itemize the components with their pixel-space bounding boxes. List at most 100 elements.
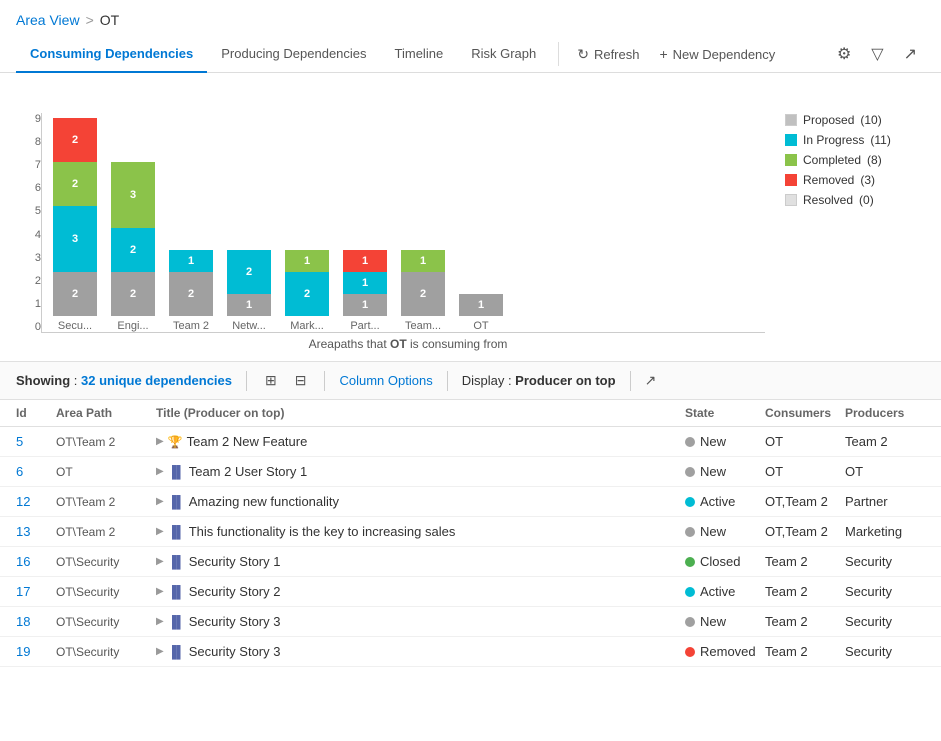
cell-consumers: OT (765, 464, 845, 479)
legend-count-proposed: (10) (860, 113, 881, 127)
th-state: State (685, 406, 765, 420)
bar-label-network: Netw... (224, 320, 274, 332)
cell-id[interactable]: 12 (16, 494, 56, 509)
settings-icon[interactable]: ⚙ (829, 38, 859, 70)
legend-label-proposed: Proposed (803, 113, 854, 127)
legend-color-removed (785, 174, 797, 186)
column-options-link[interactable]: Column Options (339, 373, 432, 388)
th-id: Id (16, 406, 56, 420)
cell-id[interactable]: 17 (16, 584, 56, 599)
cell-producers: Security (845, 644, 925, 659)
bar-label-security: Secu... (50, 320, 100, 332)
breadcrumb-sep: > (86, 12, 94, 28)
legend-label-resolved: Resolved (803, 193, 853, 207)
bar-group-network[interactable]: 1 2 Netw... (224, 250, 274, 332)
expand-table-icon[interactable]: ↗ (645, 372, 657, 389)
legend-item-removed: Removed (3) (785, 173, 925, 187)
cell-id[interactable]: 16 (16, 554, 56, 569)
story-icon: ▐▌ (168, 465, 185, 479)
cell-area-path: OT\Security (56, 615, 156, 629)
filter-icon[interactable]: ▽ (863, 38, 891, 70)
expand-icon[interactable]: ↗ (896, 38, 925, 70)
expand-arrow[interactable]: ▶ (156, 646, 164, 657)
legend-label-completed: Completed (803, 153, 861, 167)
tab-consuming-dependencies[interactable]: Consuming Dependencies (16, 36, 207, 73)
bar-group-ot[interactable]: 1 OT (456, 294, 506, 332)
bar-label-team2: Team 2 (166, 320, 216, 332)
cell-id[interactable]: 18 (16, 614, 56, 629)
cell-title: ▶ 🏆 Team 2 New Feature (156, 434, 685, 449)
cell-id[interactable]: 5 (16, 434, 56, 449)
cell-area-path: OT\Team 2 (56, 525, 156, 539)
display-label: Display : Producer on top (462, 373, 616, 388)
cell-id[interactable]: 6 (16, 464, 56, 479)
group-icon[interactable]: ⊞ (261, 370, 281, 391)
cell-state: Active (685, 494, 765, 509)
tab-producing-dependencies[interactable]: Producing Dependencies (207, 36, 380, 73)
expand-arrow[interactable]: ▶ (156, 496, 164, 507)
legend-count-removed: (3) (860, 173, 875, 187)
cell-state: New (685, 434, 765, 449)
expand-arrow[interactable]: ▶ (156, 436, 164, 447)
cell-producers: Marketing (845, 524, 925, 539)
bar-seg-inprogress: 2 (285, 272, 329, 316)
expand-arrow[interactable]: ▶ (156, 466, 164, 477)
expand-arrow[interactable]: ▶ (156, 586, 164, 597)
cell-title: ▶ ▐▌ Team 2 User Story 1 (156, 464, 685, 479)
state-label: Active (700, 494, 735, 509)
refresh-button[interactable]: ↻ Refresh (567, 40, 649, 69)
display-value: Producer on top (515, 373, 615, 388)
cell-area-path: OT\Security (56, 555, 156, 569)
table-row: 6 OT ▶ ▐▌ Team 2 User Story 1 New OT OT (0, 457, 941, 487)
bar-seg-proposed: 2 (53, 272, 97, 316)
sep-v1 (246, 371, 247, 391)
y-label-6: 6 (16, 182, 41, 194)
cell-state: New (685, 614, 765, 629)
legend-color-resolved (785, 194, 797, 206)
cell-title: ▶ ▐▌ Security Story 3 (156, 614, 685, 629)
title-text: Security Story 2 (189, 584, 281, 599)
bar-group-teamx[interactable]: 2 1 Team... (398, 250, 448, 332)
story-icon: ▐▌ (168, 615, 185, 629)
tab-risk-graph[interactable]: Risk Graph (457, 36, 550, 73)
expand-arrow[interactable]: ▶ (156, 556, 164, 567)
new-dependency-label: New Dependency (673, 47, 776, 62)
state-dot (685, 647, 695, 657)
new-dependency-button[interactable]: + New Dependency (649, 40, 785, 68)
legend-item-resolved: Resolved (0) (785, 193, 925, 207)
cell-area-path: OT\Security (56, 645, 156, 659)
bar-group-marketing[interactable]: 2 1 Mark... (282, 250, 332, 332)
trophy-icon: 🏆 (168, 435, 183, 449)
expand-arrow[interactable]: ▶ (156, 616, 164, 627)
cell-id[interactable]: 19 (16, 644, 56, 659)
sep-v4 (630, 371, 631, 391)
cell-id[interactable]: 13 (16, 524, 56, 539)
title-text: Security Story 3 (189, 644, 281, 659)
title-text: This functionality is the key to increas… (189, 524, 456, 539)
cell-consumers: OT,Team 2 (765, 524, 845, 539)
sep-v2 (324, 371, 325, 391)
expand-arrow[interactable]: ▶ (156, 526, 164, 537)
y-label-4: 4 (16, 229, 41, 241)
bar-group-partner[interactable]: 1 1 1 Part... (340, 250, 390, 332)
table-row: 13 OT\Team 2 ▶ ▐▌ This functionality is … (0, 517, 941, 547)
breadcrumb-area[interactable]: Area View (16, 12, 80, 28)
legend-color-completed (785, 154, 797, 166)
title-text: Team 2 User Story 1 (189, 464, 308, 479)
cell-consumers: Team 2 (765, 554, 845, 569)
showing-bar: Showing : 32 unique dependencies ⊞ ⊟ Col… (0, 361, 941, 400)
bar-seg-proposed: 2 (111, 272, 155, 316)
state-dot (685, 437, 695, 447)
bar-group-engineering[interactable]: 2 2 3 Engi... (108, 162, 158, 332)
tab-timeline[interactable]: Timeline (381, 36, 458, 73)
state-dot (685, 497, 695, 507)
cell-producers: Partner (845, 494, 925, 509)
story-icon: ▐▌ (168, 495, 185, 509)
state-dot (685, 617, 695, 627)
bar-group-security[interactable]: 2 3 2 2 Secu... (50, 118, 100, 332)
ungroup-icon[interactable]: ⊟ (291, 370, 311, 391)
cell-producers: Team 2 (845, 434, 925, 449)
bar-group-team2[interactable]: 2 1 Team 2 (166, 250, 216, 332)
plus-icon: + (659, 46, 667, 62)
cell-title: ▶ ▐▌ This functionality is the key to in… (156, 524, 685, 539)
